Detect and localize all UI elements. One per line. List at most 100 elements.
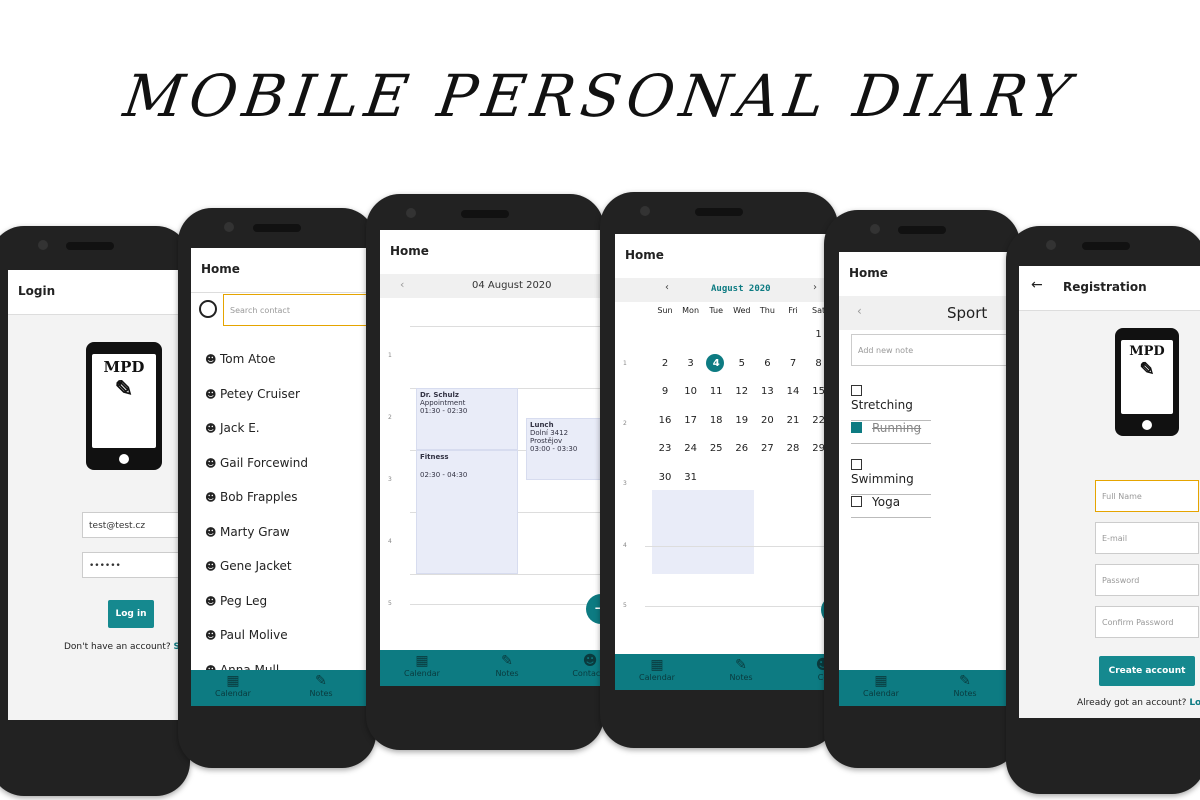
contact-item[interactable]: ☻ Jack E.: [205, 421, 260, 435]
chevron-left-icon[interactable]: ‹: [400, 278, 404, 291]
speaker: [66, 242, 114, 250]
speaker: [898, 226, 946, 234]
note-item[interactable]: Swimming: [851, 458, 931, 495]
login-button[interactable]: Log in: [108, 600, 154, 628]
checkbox-checked[interactable]: [851, 422, 862, 433]
contact-item[interactable]: ☻ Bob Frapples: [205, 490, 298, 504]
email-field[interactable]: test@test.cz: [82, 512, 182, 538]
calendar-day[interactable]: 18: [704, 415, 728, 426]
note-item[interactable]: Stretching: [851, 384, 931, 421]
calendar-day[interactable]: 9: [653, 386, 677, 397]
tab-notes[interactable]: ✎ Notes: [291, 673, 351, 698]
calendar-day[interactable]: 3: [679, 358, 703, 369]
password-field[interactable]: ••••••: [82, 552, 182, 578]
email-field[interactable]: E-mail: [1095, 522, 1199, 554]
contact-item[interactable]: ☻ Peg Leg: [205, 594, 267, 608]
phone-month-view: Home ‹ August 2020 › Sun Mon Tue Wed Thu Fri S…: [600, 192, 838, 748]
calendar-day[interactable]: 6: [755, 358, 779, 369]
calendar-day[interactable]: 21: [781, 415, 805, 426]
calendar-day[interactable]: 26: [730, 443, 754, 454]
calendar-day[interactable]: 30: [653, 472, 677, 483]
calendar-day[interactable]: 8: [807, 358, 831, 369]
calendar-day[interactable]: 14: [781, 386, 805, 397]
event-dr-schulz[interactable]: Dr. Schulz Appointment 01:30 - 02:30: [416, 388, 518, 450]
hour-label: 5: [388, 600, 392, 607]
calendar-day[interactable]: 17: [679, 415, 703, 426]
current-month: August 2020: [711, 284, 771, 294]
contact-item[interactable]: ☻ Marty Graw: [205, 525, 290, 539]
logo-text: MPD: [1129, 344, 1165, 359]
camera-icon: [1046, 240, 1056, 250]
create-account-button[interactable]: Create account: [1099, 656, 1195, 686]
weekday-label: Wed: [733, 306, 751, 315]
calendar-day[interactable]: 23: [653, 443, 677, 454]
tab-calendar[interactable]: ▦ Calendar: [203, 673, 263, 698]
contact-item[interactable]: ☻ Petey Cruiser: [205, 387, 300, 401]
calendar-day[interactable]: 5: [730, 358, 754, 369]
checkbox[interactable]: [851, 385, 862, 396]
tab-calendar[interactable]: ▦ Calendar: [627, 657, 687, 682]
note-item[interactable]: Running: [851, 421, 931, 444]
contact-name: Peg Leg: [219, 593, 268, 608]
calendar-day[interactable]: 27: [755, 443, 779, 454]
tab-contacts[interactable]: ☻Contacts: [560, 653, 604, 678]
calendar-day[interactable]: 7: [781, 358, 805, 369]
calendar-day[interactable]: 10: [679, 386, 703, 397]
hour-label: 4: [623, 542, 627, 549]
back-arrow-icon[interactable]: ←: [1031, 277, 1043, 293]
speaker: [695, 208, 743, 216]
calendar-day[interactable]: 20: [755, 415, 779, 426]
tab-calendar[interactable]: ▦ Calendar: [392, 653, 452, 678]
calendar-day[interactable]: 2: [653, 358, 677, 369]
contact-item[interactable]: ☻ Gail Forcewind: [205, 456, 308, 470]
chevron-left-icon[interactable]: ‹: [665, 282, 669, 293]
note-item[interactable]: Yoga: [851, 495, 931, 518]
calendar-day[interactable]: 24: [679, 443, 703, 454]
person-icon: ☻: [205, 422, 220, 435]
log-in-link[interactable]: Log: [1189, 698, 1200, 708]
calendar-day[interactable]: 11: [704, 386, 728, 397]
camera-icon: [224, 222, 234, 232]
full-name-field[interactable]: Full Name: [1095, 480, 1199, 512]
calendar-day[interactable]: 25: [704, 443, 728, 454]
calendar-day[interactable]: 4: [704, 358, 728, 369]
month-nav: ‹ August 2020 ›: [615, 278, 838, 302]
chevron-left-icon[interactable]: ‹: [857, 304, 862, 318]
search-icon[interactable]: [199, 300, 217, 318]
weekday-label: Thu: [759, 306, 775, 315]
search-input[interactable]: Search contact: [223, 294, 373, 326]
tab-notes[interactable]: ✎ Notes: [477, 653, 537, 678]
calendar-day[interactable]: 19: [730, 415, 754, 426]
event-block[interactable]: [652, 490, 754, 574]
calendar-day[interactable]: 15: [807, 386, 831, 397]
add-note-input[interactable]: Add new note: [851, 334, 1020, 366]
contact-item[interactable]: ☻ Gene Jacket: [205, 559, 292, 573]
password-field[interactable]: Password: [1095, 564, 1199, 596]
calendar-day[interactable]: 16: [653, 415, 677, 426]
calendar-day[interactable]: 12: [730, 386, 754, 397]
calendar-day[interactable]: 1: [807, 329, 831, 340]
person-icon: ☻: [205, 387, 220, 401]
contact-name: Paul Molive: [219, 628, 288, 642]
calendar-icon: ▦: [226, 673, 240, 689]
confirm-password-field[interactable]: Confirm Password: [1095, 606, 1199, 638]
screen-header: Home: [201, 262, 240, 276]
checkbox[interactable]: [851, 459, 862, 470]
chevron-right-icon[interactable]: ›: [813, 282, 817, 293]
contact-item[interactable]: ☻ Paul Molive: [205, 628, 288, 642]
tab-notes[interactable]: ✎ Notes: [935, 673, 995, 698]
no-account-text: Don't have an account?: [64, 642, 171, 652]
event-fitness[interactable]: Fitness 02:30 - 04:30: [416, 450, 518, 574]
tab-calendar[interactable]: ▦ Calendar: [851, 673, 911, 698]
calendar-day[interactable]: 13: [755, 386, 779, 397]
checkbox[interactable]: [851, 496, 862, 507]
calendar-day[interactable]: 31: [679, 472, 703, 483]
tab-notes[interactable]: ✎ Notes: [711, 657, 771, 682]
event-lunch[interactable]: Lunch Dolní 3412 Prostějov 03:00 - 03:30: [526, 418, 604, 480]
weekday-label: Sun: [657, 306, 673, 315]
calendar-day[interactable]: 29: [807, 443, 831, 454]
calendar-day[interactable]: 22: [807, 415, 831, 426]
notes-icon: ✎: [501, 653, 513, 669]
calendar-day[interactable]: 28: [781, 443, 805, 454]
contact-item[interactable]: ☻ Tom Atoe: [205, 352, 276, 366]
